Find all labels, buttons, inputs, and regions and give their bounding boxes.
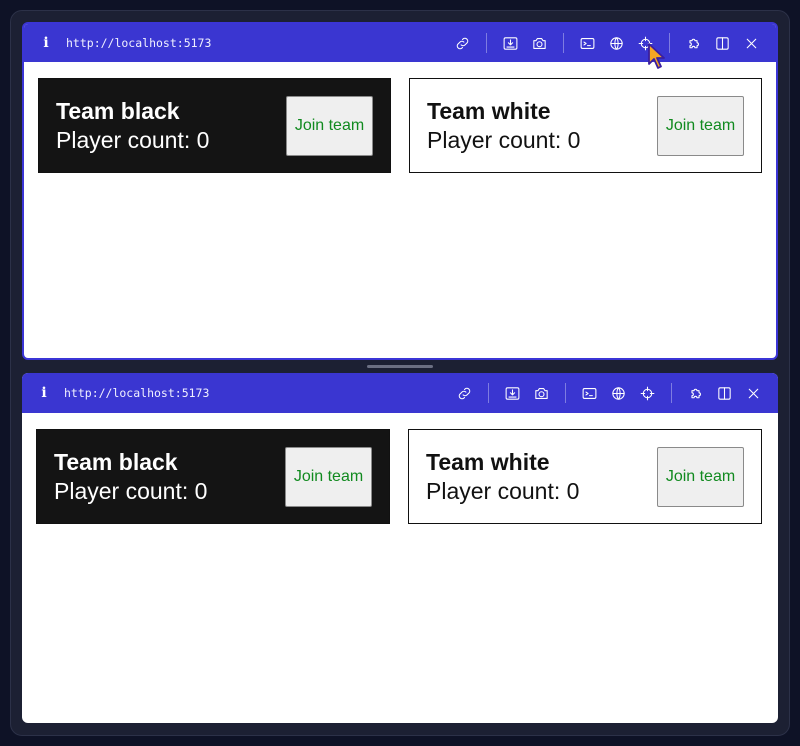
toolbar-separator bbox=[669, 33, 670, 53]
puzzle-icon[interactable] bbox=[684, 381, 708, 405]
globe-icon[interactable] bbox=[605, 31, 629, 55]
page-content: Team black Player count: 0 Join team Tea… bbox=[24, 62, 776, 189]
camera-icon[interactable] bbox=[530, 381, 554, 405]
close-icon[interactable] bbox=[740, 31, 764, 55]
terminal-icon[interactable] bbox=[578, 381, 602, 405]
team-card-white: Team white Player count: 0 Join team bbox=[408, 429, 762, 524]
team-card-black: Team black Player count: 0 Join team bbox=[36, 429, 390, 524]
camera-icon[interactable] bbox=[528, 31, 552, 55]
toolbar-separator bbox=[488, 383, 489, 403]
browser-pane-bottom: i http://localhost:5173 Team black Playe… bbox=[22, 373, 778, 723]
link-icon[interactable] bbox=[453, 381, 477, 405]
crosshair-icon[interactable] bbox=[636, 381, 660, 405]
toolbar-tools bbox=[448, 24, 766, 62]
join-team-button[interactable]: Join team bbox=[286, 96, 373, 156]
team-card-white: Team white Player count: 0 Join team bbox=[409, 78, 762, 173]
join-team-button[interactable]: Join team bbox=[657, 447, 744, 507]
pane-resize-handle[interactable] bbox=[367, 365, 433, 368]
puzzle-icon[interactable] bbox=[682, 31, 706, 55]
toolbar-tools bbox=[450, 373, 768, 413]
team-card-black: Team black Player count: 0 Join team bbox=[38, 78, 391, 173]
toolbar-separator bbox=[671, 383, 672, 403]
join-team-button[interactable]: Join team bbox=[657, 96, 744, 156]
split-view-icon[interactable] bbox=[711, 31, 735, 55]
browser-pane-top: i http://localhost:5173 Team black Playe… bbox=[22, 22, 778, 360]
mouse-cursor-icon bbox=[648, 43, 665, 69]
toolbar-separator bbox=[563, 33, 564, 53]
link-icon[interactable] bbox=[451, 31, 475, 55]
split-view-icon[interactable] bbox=[713, 381, 737, 405]
toolbar-separator bbox=[565, 383, 566, 403]
info-icon[interactable]: i bbox=[38, 35, 54, 51]
browser-toolbar: i http://localhost:5173 bbox=[22, 373, 778, 413]
toolbar-separator bbox=[486, 33, 487, 53]
globe-icon[interactable] bbox=[607, 381, 631, 405]
url-text[interactable]: http://localhost:5173 bbox=[64, 386, 209, 400]
page-content: Team black Player count: 0 Join team Tea… bbox=[22, 413, 778, 540]
download-icon[interactable] bbox=[501, 381, 525, 405]
download-icon[interactable] bbox=[499, 31, 523, 55]
close-icon[interactable] bbox=[742, 381, 766, 405]
join-team-button[interactable]: Join team bbox=[285, 447, 372, 507]
info-icon[interactable]: i bbox=[36, 385, 52, 401]
url-text[interactable]: http://localhost:5173 bbox=[66, 36, 211, 50]
terminal-icon[interactable] bbox=[576, 31, 600, 55]
